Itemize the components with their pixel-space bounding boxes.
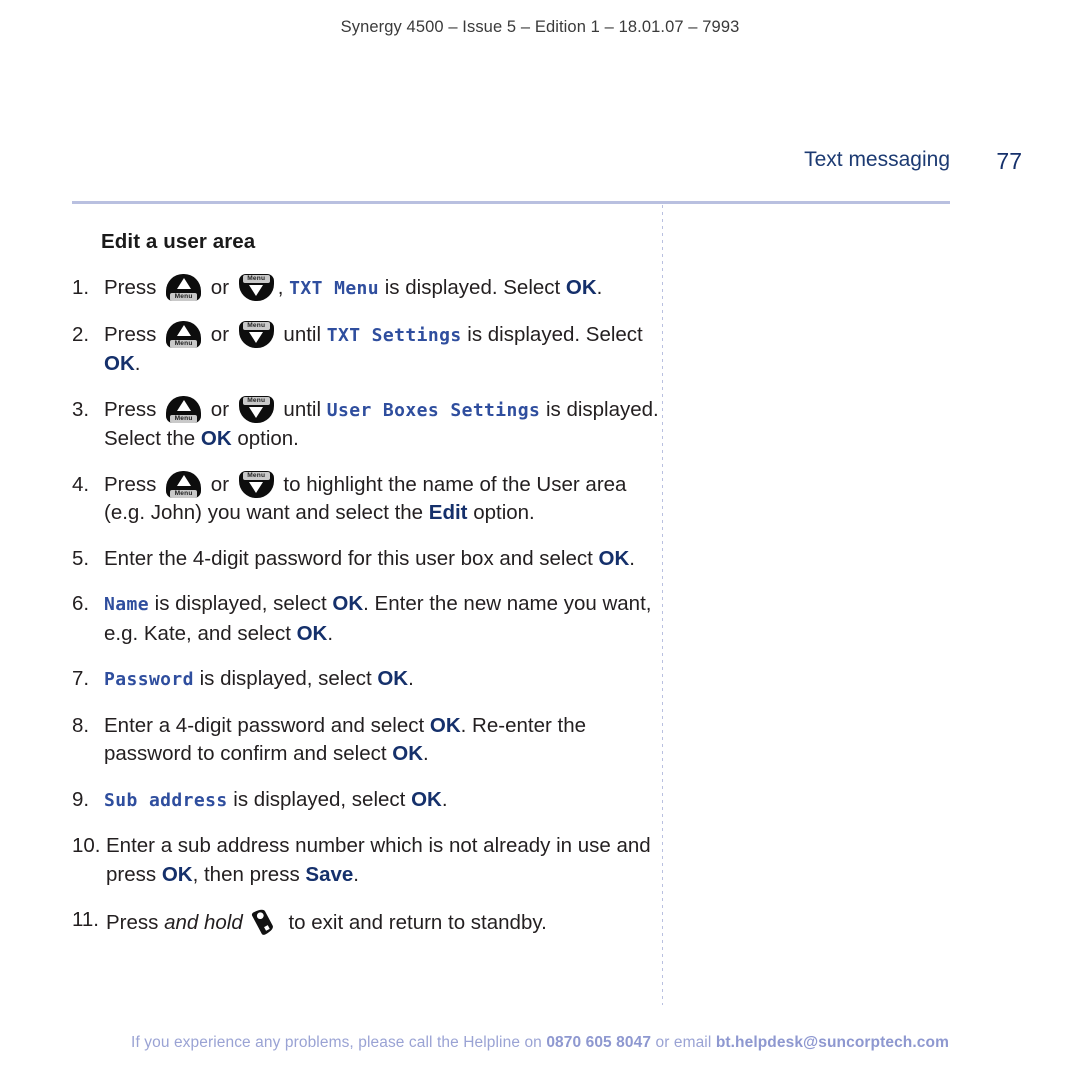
helpline-footer: If you experience any problems, please c…: [0, 1034, 1080, 1052]
step-text: is displayed, select: [227, 787, 412, 811]
softkey-label: OK: [392, 742, 424, 765]
softkey-label: OK: [296, 621, 328, 645]
step-text: to exit and return to standby.: [282, 911, 547, 934]
step-number: 1.: [72, 276, 90, 299]
step-text: option.: [467, 501, 535, 524]
step-text: until: [277, 322, 327, 346]
step-number: 7.: [72, 667, 90, 690]
instruction-steps: 1. Press Menu or Menu, TXT Menu is displa…: [72, 274, 662, 938]
step-number: 6.: [72, 592, 90, 615]
lcd-display-text: User Boxes Settings: [326, 399, 541, 421]
step-text: Press: [104, 472, 163, 496]
menu-down-key-icon: Menu: [238, 395, 275, 424]
step-text: Press: [106, 911, 165, 934]
softkey-label: OK: [104, 352, 135, 375]
softkey-label: OK: [598, 546, 630, 570]
step-text: .: [327, 621, 334, 645]
step-number: 9.: [72, 787, 90, 811]
step-text: is displayed, select: [148, 592, 333, 615]
step-number: 10.: [72, 834, 101, 857]
chapter-header-row: Text messaging 77: [72, 148, 1022, 182]
step-text: .: [423, 742, 429, 765]
softkey-label: OK: [161, 862, 193, 886]
step-emphasis: and hold: [164, 911, 243, 934]
step-text: Press: [104, 397, 163, 421]
step-text: is displayed. Select: [461, 322, 643, 346]
footer-email-address: bt.helpdesk@suncorptech.com: [715, 1034, 949, 1051]
instruction-step: 2. Press Menu or Menu until TXT Settings …: [72, 320, 662, 379]
step-text: option.: [231, 427, 299, 450]
menu-up-key-icon: Menu: [165, 274, 202, 302]
softkey-label: OK: [332, 592, 364, 615]
lcd-display-text: TXT Settings: [326, 324, 462, 346]
page-number: 77: [996, 148, 1022, 174]
step-text: Enter a 4-digit password and select: [104, 713, 430, 737]
step-text: is displayed, select: [193, 667, 378, 690]
step-text: or: [205, 472, 235, 496]
lcd-display-text: TXT Menu: [289, 278, 380, 299]
softkey-label: OK: [377, 667, 409, 690]
step-text: .: [353, 862, 359, 886]
header-rule: [72, 201, 950, 204]
softkey-label: OK: [429, 713, 461, 737]
step-number: 2.: [72, 322, 90, 346]
step-text: Enter the 4-digit password for this user…: [104, 546, 599, 570]
menu-up-key-icon: Menu: [165, 395, 202, 424]
step-text: .: [408, 667, 414, 690]
instruction-step: 4. Press Menu or Menu to highlight the na…: [72, 470, 662, 528]
softkey-label: OK: [411, 787, 442, 811]
chapter-title: Text messaging: [804, 148, 950, 171]
footer-middle-text: or email: [651, 1034, 716, 1051]
step-number: 4.: [72, 472, 90, 496]
instruction-step: 3. Press Menu or Menu until User Boxes Se…: [72, 395, 662, 454]
step-text: is displayed. Select: [379, 276, 566, 299]
instruction-step: 5. Enter the 4-digit password for this us…: [72, 545, 662, 574]
menu-up-key-icon: Menu: [165, 470, 202, 499]
instruction-step: 11. Press and hold to exit and return to …: [72, 906, 662, 938]
column-divider: [662, 205, 663, 1005]
softkey-label: OK: [565, 276, 597, 299]
instruction-step: 1. Press Menu or Menu, TXT Menu is displa…: [72, 274, 662, 304]
footer-phone-number: 0870 605 8047: [546, 1034, 652, 1051]
menu-up-key-icon: Menu: [165, 320, 202, 349]
step-text: .: [596, 276, 603, 299]
step-text: , then press: [192, 862, 306, 886]
menu-down-key-icon: Menu: [238, 274, 275, 302]
running-head: Synergy 4500 – Issue 5 – Edition 1 – 18.…: [340, 18, 740, 36]
step-text: .: [629, 546, 635, 570]
softkey-label: Edit: [428, 501, 468, 524]
lcd-display-text: Name: [104, 594, 149, 615]
lcd-display-text: Password: [104, 669, 194, 690]
step-text: or: [205, 276, 235, 299]
softkey-label: Save: [305, 862, 354, 886]
step-text: or: [205, 322, 235, 346]
content-column: Edit a user area 1. Press Menu or Menu, T…: [72, 230, 662, 955]
step-text: ,: [277, 276, 290, 299]
instruction-step: 6. Name is displayed, select OK. Enter th…: [72, 590, 662, 648]
step-text: or: [205, 397, 235, 421]
step-text: .: [441, 787, 448, 811]
step-text: Press: [104, 276, 163, 299]
page-title: Edit a user area: [101, 230, 256, 253]
instruction-step: 7. Password is displayed, select OK.: [72, 665, 662, 695]
handset-end-call-icon: [249, 906, 279, 936]
step-text: until: [277, 397, 327, 421]
step-text: .: [134, 352, 141, 375]
step-number: 3.: [72, 397, 90, 421]
lcd-display-text: Sub address: [104, 789, 228, 811]
instruction-step: 9. Sub address is displayed, select OK.: [72, 786, 662, 816]
instruction-step: 10. Enter a sub address number which is n…: [72, 832, 662, 889]
menu-down-key-icon: Menu: [238, 320, 275, 349]
footer-lead-text: If you experience any problems, please c…: [131, 1034, 547, 1051]
step-number: 8.: [72, 713, 90, 737]
menu-down-key-icon: Menu: [238, 470, 275, 499]
step-number: 11.: [72, 908, 99, 931]
instruction-step: 8. Enter a 4-digit password and select OK…: [72, 712, 662, 769]
step-text: Press: [104, 322, 163, 346]
softkey-label: OK: [200, 427, 232, 450]
step-number: 5.: [72, 546, 90, 570]
